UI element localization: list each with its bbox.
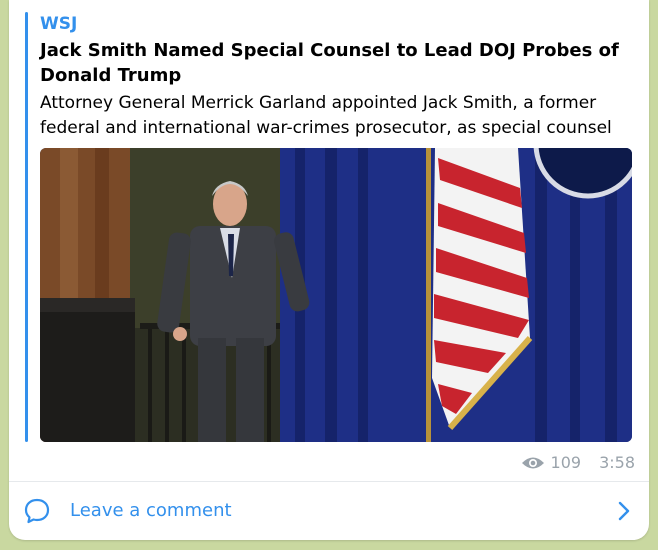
chevron-right-icon[interactable] bbox=[618, 501, 630, 525]
preview-photo[interactable] bbox=[40, 148, 632, 442]
preview-description: Attorney General Merrick Garland appoint… bbox=[40, 93, 612, 138]
view-count: 109 bbox=[550, 453, 582, 472]
preview-photo-image bbox=[40, 148, 632, 442]
eye-icon bbox=[521, 455, 545, 471]
message-bubble: WSJ Jack Smith Named Special Counsel to … bbox=[9, 0, 649, 540]
message-meta: 109 3:58 bbox=[521, 452, 635, 474]
preview-accent-bar bbox=[25, 12, 28, 442]
comment-bubble-icon bbox=[23, 497, 51, 529]
link-preview[interactable]: WSJ Jack Smith Named Special Counsel to … bbox=[25, 12, 633, 442]
message-time: 3:58 bbox=[599, 453, 635, 472]
preview-site-name[interactable]: WSJ bbox=[40, 13, 77, 35]
leave-comment-button[interactable]: Leave a comment bbox=[9, 482, 649, 540]
preview-headline[interactable]: Jack Smith Named Special Counsel to Lead… bbox=[40, 38, 635, 88]
leave-comment-label[interactable]: Leave a comment bbox=[70, 499, 232, 523]
